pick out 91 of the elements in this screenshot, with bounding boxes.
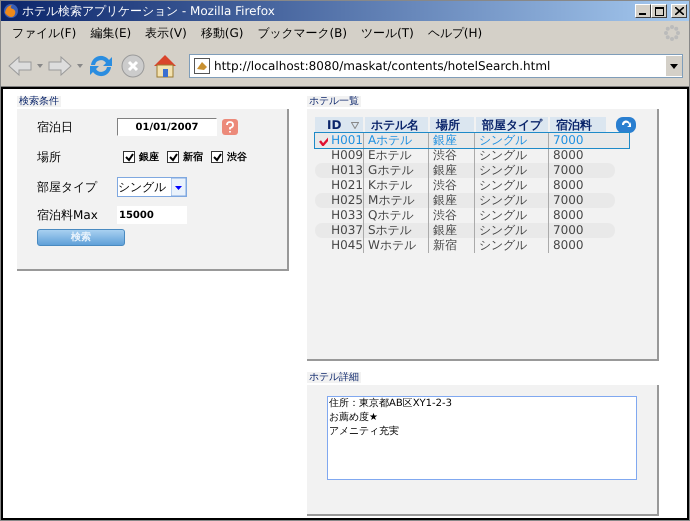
table-cell: 渋谷 bbox=[433, 148, 457, 163]
table-row[interactable]: H037 Sホテル 銀座 シングル 7000 bbox=[315, 223, 615, 238]
window-title: ホテル検索アプリケーション - Mozilla Firefox bbox=[22, 3, 275, 20]
table-cell: Wホテル bbox=[368, 238, 416, 253]
table-cell: シングル bbox=[479, 148, 527, 163]
table-cell: 7000 bbox=[553, 163, 584, 178]
table-cell: H033 bbox=[331, 208, 363, 223]
column-header[interactable]: 部屋タイプ bbox=[476, 117, 548, 133]
table-cell: H045 bbox=[331, 238, 363, 253]
table-cell: シングル bbox=[479, 133, 527, 148]
table-row[interactable]: H025 Mホテル 銀座 シングル 7000 bbox=[315, 193, 615, 208]
panel-title: ホテル一覧 bbox=[307, 96, 361, 107]
menu-item[interactable]: ヘルプ(H) bbox=[420, 22, 490, 44]
checkbox[interactable] bbox=[167, 151, 179, 163]
table-cell: 7000 bbox=[553, 193, 584, 208]
table-cell: 8000 bbox=[553, 208, 584, 223]
throbber-icon bbox=[663, 24, 681, 42]
table-cell: 8000 bbox=[553, 148, 584, 163]
stop-icon[interactable] bbox=[119, 52, 147, 80]
field-label: 宿泊料Max bbox=[37, 207, 99, 224]
table-cell: 8000 bbox=[553, 178, 584, 193]
firefox-logo-icon bbox=[3, 3, 19, 19]
back-arrow-icon[interactable] bbox=[7, 54, 33, 78]
help-icon[interactable] bbox=[221, 118, 239, 136]
table-cell: Gホテル bbox=[368, 163, 414, 178]
table-cell: Qホテル bbox=[368, 208, 414, 223]
menu-item[interactable]: 移動(G) bbox=[194, 22, 250, 44]
date-field[interactable]: 01/01/2007 bbox=[117, 118, 217, 136]
table-cell: H037 bbox=[331, 223, 363, 238]
check-icon bbox=[319, 136, 328, 146]
close-button[interactable] bbox=[671, 4, 687, 18]
refresh-icon[interactable] bbox=[616, 117, 636, 133]
menu-item[interactable]: ファイル(F) bbox=[5, 22, 84, 44]
checkbox[interactable] bbox=[211, 151, 223, 163]
table-cell: H013 bbox=[331, 163, 363, 178]
dropdown-arrow-icon[interactable] bbox=[171, 178, 186, 196]
table-cell: 銀座 bbox=[433, 223, 457, 238]
close-icon bbox=[674, 7, 684, 15]
checkbox-label: 新宿 bbox=[183, 150, 203, 164]
maximize-icon bbox=[654, 6, 664, 16]
minimize-button[interactable] bbox=[635, 4, 651, 18]
table-cell: シングル bbox=[479, 178, 527, 193]
menu-item[interactable]: ブックマーク(B) bbox=[250, 22, 354, 44]
table-cell: 7000 bbox=[553, 133, 584, 148]
column-header[interactable]: ホテル名 bbox=[365, 117, 428, 133]
table-cell: 銀座 bbox=[433, 133, 457, 148]
table-row[interactable]: H045 Wホテル 新宿 シングル 8000 bbox=[315, 238, 615, 253]
table-cell: Sホテル bbox=[368, 223, 412, 238]
column-header[interactable]: 宿泊料 bbox=[550, 117, 606, 133]
table-cell: H001 bbox=[331, 133, 363, 148]
table-cell: Mホテル bbox=[368, 193, 414, 208]
table-cell: シングル bbox=[479, 238, 527, 253]
menu-item[interactable]: 編集(E) bbox=[83, 22, 138, 44]
table-cell: 銀座 bbox=[433, 163, 457, 178]
table-cell: 渋谷 bbox=[433, 178, 457, 193]
panel-title: ホテル詳細 bbox=[307, 372, 361, 383]
max-price-field[interactable]: 15000 bbox=[117, 206, 187, 224]
table-cell: シングル bbox=[479, 223, 527, 238]
table-cell: Kホテル bbox=[368, 178, 412, 193]
panel-title: 検索条件 bbox=[17, 96, 61, 107]
table-cell: 新宿 bbox=[433, 238, 457, 253]
field-label: 部屋タイプ bbox=[37, 179, 98, 196]
checkbox-label: 渋谷 bbox=[227, 150, 247, 164]
field-label: 場所 bbox=[37, 149, 62, 166]
table-cell: シングル bbox=[479, 193, 527, 208]
table-cell: 銀座 bbox=[433, 193, 457, 208]
column-header[interactable]: 場所 bbox=[430, 117, 474, 133]
address-bar[interactable]: http://localhost:8080/maskat/contents/hotelSearch.html bbox=[189, 54, 683, 78]
column-header[interactable]: ID bbox=[315, 117, 363, 133]
page-icon bbox=[194, 58, 210, 74]
field-label: 宿泊日 bbox=[37, 119, 74, 136]
table-cell: シングル bbox=[479, 208, 527, 223]
checkbox[interactable] bbox=[123, 151, 135, 163]
forward-arrow-icon[interactable] bbox=[47, 54, 73, 78]
table-cell: H025 bbox=[331, 193, 363, 208]
maximize-button[interactable] bbox=[651, 4, 667, 18]
table-cell: H009 bbox=[331, 148, 363, 163]
sort-arrow-icon[interactable] bbox=[351, 122, 359, 128]
table-row[interactable]: H013 Gホテル 銀座 シングル 7000 bbox=[315, 163, 615, 178]
table-cell: シングル bbox=[479, 163, 527, 178]
detail-text-area[interactable]: 住所：東京都AB区XY1-2-3 お薦め度★ アメニティ充実 bbox=[327, 396, 637, 480]
table-cell: Aホテル bbox=[368, 133, 412, 148]
checkbox-label: 銀座 bbox=[139, 150, 159, 164]
table-cell: 7000 bbox=[553, 223, 584, 238]
menu-item[interactable]: 表示(V) bbox=[138, 22, 194, 44]
table-cell: 8000 bbox=[553, 238, 584, 253]
table-cell: Eホテル bbox=[368, 148, 412, 163]
menu-item[interactable]: ツール(T) bbox=[354, 22, 421, 44]
room-type-select[interactable]: シングル bbox=[117, 177, 187, 197]
table-cell: 渋谷 bbox=[433, 208, 457, 223]
table-cell: H021 bbox=[331, 178, 363, 193]
